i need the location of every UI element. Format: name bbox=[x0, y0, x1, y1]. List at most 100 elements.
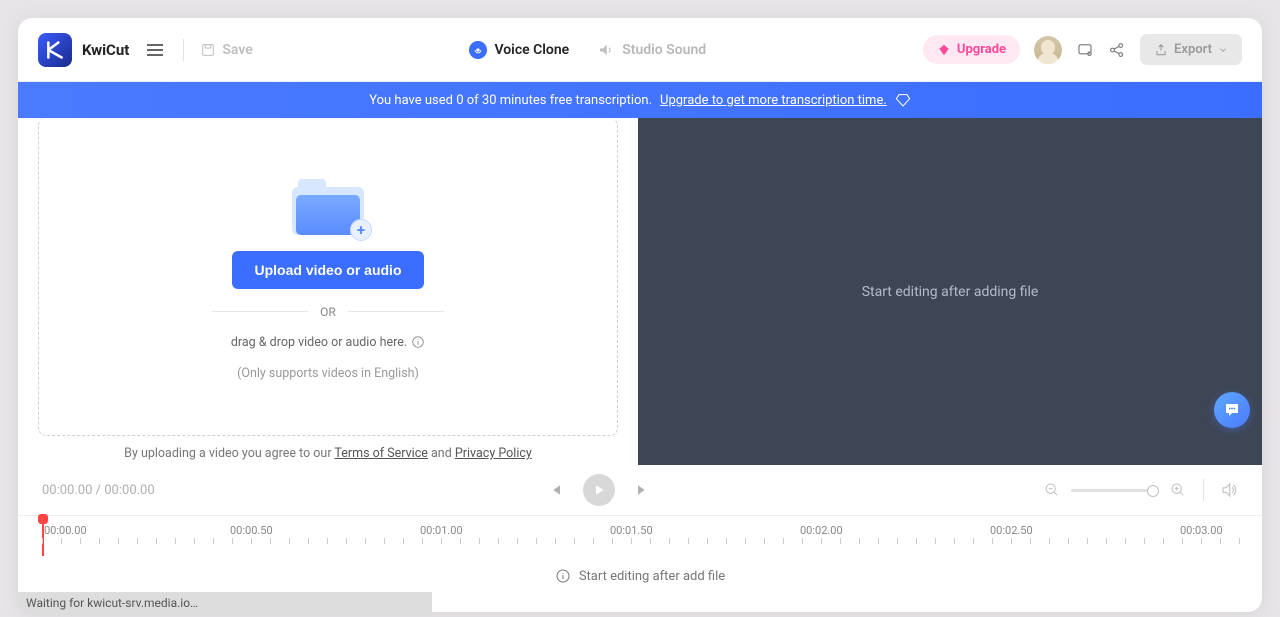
or-divider: OR bbox=[212, 305, 444, 319]
ruler-tick bbox=[346, 538, 347, 544]
tab-studio-sound[interactable]: Studio Sound bbox=[597, 41, 706, 59]
ruler-tick bbox=[916, 538, 917, 544]
ruler-tick bbox=[1068, 538, 1069, 544]
timeline-ruler[interactable]: 00:00.00 00:00.50 00:01.00 00:01.50 00:0… bbox=[18, 516, 1262, 548]
upload-dropzone[interactable]: + Upload video or audio OR drag & drop v… bbox=[38, 118, 618, 436]
voice-clone-icon bbox=[469, 41, 487, 59]
ruler-tick bbox=[460, 538, 461, 544]
ruler-tick bbox=[384, 538, 385, 544]
info-icon[interactable] bbox=[411, 335, 425, 349]
export-button[interactable]: Export bbox=[1140, 34, 1242, 65]
ruler-tick bbox=[897, 538, 898, 544]
save-icon bbox=[200, 42, 216, 58]
ruler-tick bbox=[859, 538, 860, 544]
share-button[interactable] bbox=[1108, 41, 1126, 59]
ruler-tick bbox=[42, 538, 43, 544]
preview-placeholder: Start editing after adding file bbox=[862, 284, 1039, 300]
header: KwiCut Save Voice Clone Studio Sound bbox=[18, 18, 1262, 82]
skip-back-icon bbox=[548, 482, 564, 498]
ruler-tick bbox=[422, 538, 423, 544]
ruler-mark: 00:03.00 bbox=[1180, 524, 1223, 537]
zoom-in-icon bbox=[1170, 482, 1186, 498]
upgrade-button[interactable]: Upgrade bbox=[923, 35, 1020, 64]
zoom-out-button[interactable] bbox=[1043, 481, 1061, 499]
privacy-link[interactable]: Privacy Policy bbox=[455, 446, 532, 461]
ruler-tick bbox=[175, 538, 176, 544]
divider bbox=[183, 39, 184, 61]
divider bbox=[1203, 479, 1204, 501]
zoom-in-button[interactable] bbox=[1169, 481, 1187, 499]
ruler-mark: 00:00.50 bbox=[230, 524, 273, 537]
status-bar: Waiting for kwicut-srv.media.io… bbox=[18, 592, 432, 614]
info-icon bbox=[555, 568, 571, 584]
ruler-tick bbox=[289, 538, 290, 544]
tab-voice-clone[interactable]: Voice Clone bbox=[469, 41, 569, 59]
ruler-mark: 00:01.50 bbox=[610, 524, 653, 537]
save-button[interactable]: Save bbox=[200, 42, 252, 58]
ruler-tick bbox=[574, 538, 575, 544]
diamond-outline-icon bbox=[895, 92, 911, 108]
studio-sound-icon bbox=[597, 41, 615, 59]
ruler-tick bbox=[441, 538, 442, 544]
volume-button[interactable] bbox=[1220, 481, 1238, 499]
ruler-tick bbox=[365, 538, 366, 544]
ruler-tick bbox=[308, 538, 309, 544]
logo-icon bbox=[45, 40, 65, 60]
time-display: 00:00.00 / 00:00.00 bbox=[42, 483, 155, 498]
upgrade-label: Upgrade bbox=[957, 42, 1006, 57]
ruler-tick bbox=[327, 538, 328, 544]
ruler-mark: 00:00.00 bbox=[44, 524, 87, 537]
ruler-tick bbox=[137, 538, 138, 544]
ruler-tick bbox=[593, 538, 594, 544]
menu-button[interactable] bbox=[143, 40, 167, 60]
plus-icon: + bbox=[350, 219, 372, 241]
zoom-slider[interactable] bbox=[1071, 489, 1159, 492]
next-button[interactable] bbox=[633, 481, 651, 499]
ruler-tick bbox=[1144, 538, 1145, 544]
terms-link[interactable]: Terms of Service bbox=[334, 446, 427, 461]
play-button[interactable] bbox=[583, 474, 615, 506]
support-text: (Only supports videos in English) bbox=[237, 366, 419, 381]
ruler-tick bbox=[555, 538, 556, 544]
ruler-tick bbox=[156, 538, 157, 544]
export-icon bbox=[1154, 43, 1168, 57]
right-tools: Upgrade Export bbox=[923, 34, 1242, 65]
preview-panel: Start editing after adding file bbox=[638, 118, 1262, 465]
drag-hint: drag & drop video or audio here. bbox=[231, 335, 425, 350]
terms-line: By uploading a video you agree to our Te… bbox=[38, 436, 618, 465]
feedback-button[interactable] bbox=[1076, 41, 1094, 59]
ruler-tick bbox=[726, 538, 727, 544]
or-label: OR bbox=[320, 305, 336, 319]
save-label: Save bbox=[222, 42, 252, 58]
share-icon bbox=[1108, 41, 1126, 59]
ruler-tick bbox=[1182, 538, 1183, 544]
ruler-tick bbox=[517, 538, 518, 544]
ruler-tick bbox=[251, 538, 252, 544]
ruler-tick bbox=[232, 538, 233, 544]
feedback-icon bbox=[1076, 41, 1094, 59]
playback-controls: 00:00.00 / 00:00.00 bbox=[18, 465, 1262, 515]
ruler-tick bbox=[764, 538, 765, 544]
ruler-tick bbox=[745, 538, 746, 544]
ruler-tick bbox=[840, 538, 841, 544]
ruler-tick bbox=[194, 538, 195, 544]
ruler-tick bbox=[973, 538, 974, 544]
chat-fab[interactable] bbox=[1214, 392, 1250, 428]
ruler-tick bbox=[498, 538, 499, 544]
transport-controls bbox=[155, 474, 1043, 506]
prev-button[interactable] bbox=[547, 481, 565, 499]
usage-banner: You have used 0 of 30 minutes free trans… bbox=[18, 82, 1262, 118]
ruler-tick bbox=[650, 538, 651, 544]
ruler-tick bbox=[1125, 538, 1126, 544]
avatar[interactable] bbox=[1034, 36, 1062, 64]
upload-button[interactable]: Upload video or audio bbox=[232, 251, 423, 289]
ruler-tick bbox=[707, 538, 708, 544]
zoom-controls bbox=[1043, 479, 1238, 501]
ruler-tick bbox=[631, 538, 632, 544]
folder-icon: + bbox=[292, 173, 364, 235]
ruler-tick bbox=[783, 538, 784, 544]
ruler-tick bbox=[802, 538, 803, 544]
banner-upgrade-link[interactable]: Upgrade to get more transcription time. bbox=[660, 93, 887, 108]
chevron-down-icon bbox=[1218, 45, 1228, 55]
app-logo[interactable] bbox=[38, 33, 72, 67]
